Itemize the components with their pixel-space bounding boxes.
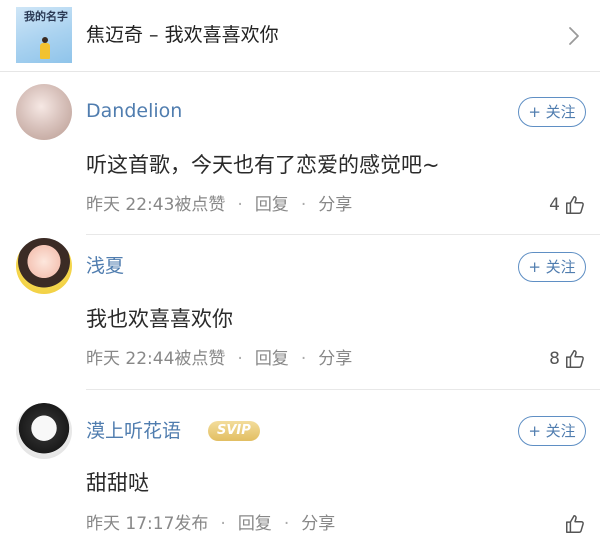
chevron-right-icon[interactable] [568, 26, 580, 46]
comment-text[interactable]: 听这首歌，今天也有了恋爱的感觉吧~ [86, 150, 440, 180]
reply-button[interactable]: 回复 [255, 348, 289, 370]
song-header[interactable]: 我的名字 焦迈奇 – 我欢喜喜欢你 [0, 0, 600, 72]
comment-text[interactable]: 我也欢喜喜欢你 [86, 304, 233, 334]
comment-text[interactable]: 甜甜哒 [86, 468, 149, 498]
like-button[interactable] [560, 512, 586, 536]
meta-separator: · [283, 514, 290, 534]
comment-meta: 昨天 22:43被点赞 · 回复 · 分享 [86, 194, 352, 216]
comment-status: 被点赞 [174, 195, 226, 215]
share-button[interactable]: 分享 [318, 348, 352, 370]
follow-button[interactable]: + 关注 [518, 252, 586, 282]
meta-separator: · [300, 349, 307, 369]
meta-separator: · [237, 349, 243, 369]
follow-button[interactable]: + 关注 [518, 97, 586, 127]
thumbs-up-icon[interactable] [564, 348, 586, 370]
avatar[interactable] [16, 84, 72, 140]
meta-separator: · [300, 195, 307, 215]
comment-meta: 昨天 17:17发布 · 回复 · 分享 [86, 513, 335, 535]
comment-username[interactable]: 漠上听花语 [86, 418, 181, 444]
avatar[interactable] [16, 403, 72, 459]
svip-badge: SVIP [208, 421, 260, 441]
meta-separator: · [220, 514, 226, 534]
comment-divider [86, 389, 600, 390]
comment-username[interactable]: Dandelion [86, 98, 182, 124]
comment-item: Dandelion + 关注 听这首歌，今天也有了恋爱的感觉吧~ 昨天 22:4… [0, 72, 600, 235]
comment-status: 发布 [174, 514, 209, 534]
comment-item: 浅夏 + 关注 我也欢喜喜欢你 昨天 22:44被点赞 · 回复 · 分享 8 [0, 235, 600, 390]
reply-button[interactable]: 回复 [255, 194, 289, 216]
song-title[interactable]: 焦迈奇 – 我欢喜喜欢你 [86, 22, 279, 48]
comment-username[interactable]: 浅夏 [86, 253, 124, 279]
comment-time: 昨天 17:17 [86, 514, 175, 534]
comment-time: 昨天 22:43 [86, 195, 175, 215]
album-cover-text: 我的名字 [24, 10, 68, 23]
thumbs-up-icon[interactable] [564, 513, 586, 535]
avatar[interactable] [16, 238, 72, 294]
follow-button[interactable]: + 关注 [518, 416, 586, 446]
share-button[interactable]: 分享 [301, 513, 335, 535]
comment-status: 被点赞 [174, 349, 226, 369]
album-cover[interactable]: 我的名字 [16, 7, 72, 63]
reply-button[interactable]: 回复 [238, 513, 272, 535]
thumbs-up-icon[interactable] [564, 194, 586, 216]
album-cover-figure [40, 37, 50, 59]
like-button[interactable]: 8 [549, 347, 586, 371]
like-count: 4 [549, 195, 560, 215]
comment-meta: 昨天 22:44被点赞 · 回复 · 分享 [86, 348, 352, 370]
share-button[interactable]: 分享 [318, 194, 352, 216]
meta-separator: · [237, 195, 243, 215]
like-button[interactable]: 4 [549, 193, 586, 217]
comment-time: 昨天 22:44 [86, 349, 175, 369]
like-count: 8 [549, 349, 560, 369]
comment-item: 漠上听花语 SVIP + 关注 甜甜哒 昨天 17:17发布 · 回复 · 分享 [0, 398, 600, 550]
